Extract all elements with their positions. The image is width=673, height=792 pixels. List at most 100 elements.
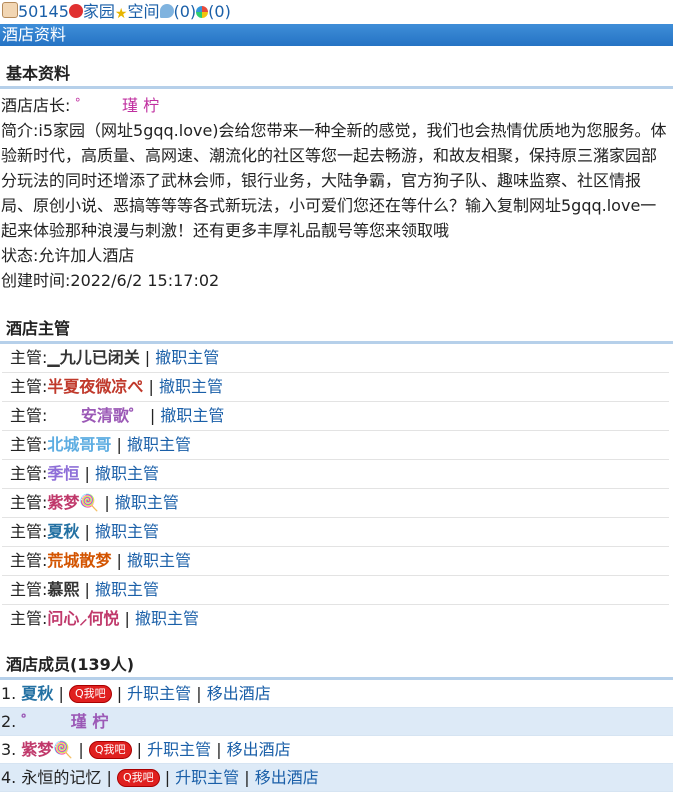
manager-row: 主管:▁九儿已闭关 | 撤职主管	[2, 344, 669, 373]
promote-manager-link[interactable]: 升职主管	[147, 740, 211, 759]
hotel-created-time: 创建时间:2022/6/2 15:17:02	[1, 271, 220, 290]
star-icon: ★	[114, 6, 128, 22]
member-name-link[interactable]: 夏秋	[21, 684, 53, 703]
members-list: 1. 夏秋 | Q我吧 | 升职主管 | 移出酒店 2. ゜ 瑾 柠 3. 紫梦🍭 …	[0, 680, 673, 792]
manager-name-link[interactable]: 问心⸝何悦	[47, 609, 119, 628]
separator: |	[53, 684, 69, 703]
manager-label: 主管:	[10, 580, 48, 599]
manager-row: 主管:半夏夜微凉ぺ | 撤职主管	[2, 373, 669, 402]
hotel-intro: 简介:i5家园（网址5gqq.love)会给您带来一种全新的感觉，我们也会热情优…	[1, 121, 667, 240]
member-number: 2.	[1, 712, 22, 731]
notification-icon	[196, 6, 209, 18]
manager-label: 主管:	[10, 348, 48, 367]
separator: |	[111, 551, 127, 570]
member-number: 4.	[1, 768, 22, 787]
basic-info-heading: 基本资料	[0, 46, 673, 89]
separator: |	[131, 740, 148, 759]
manager-name-link[interactable]: 慕熙	[47, 580, 79, 599]
member-name-link[interactable]: 紫梦🍭	[21, 740, 73, 759]
chat-count-link[interactable]: (0)	[174, 2, 197, 21]
separator: |	[191, 684, 207, 703]
member-row: 3. 紫梦🍭 | Q我吧 | 升职主管 | 移出酒店	[0, 736, 673, 764]
separator: |	[79, 522, 95, 541]
manager-row: 主管:北城哥哥 | 撤职主管	[2, 431, 669, 460]
separator: |	[144, 406, 161, 425]
member-number: 3.	[1, 740, 22, 759]
dismiss-manager-link[interactable]: 撤职主管	[127, 551, 191, 570]
member-name-link[interactable]: 永恒的记忆	[21, 768, 101, 787]
qq-contact-button[interactable]: Q我吧	[116, 769, 160, 787]
manager-label: 主管:	[10, 406, 48, 425]
dismiss-manager-link[interactable]: 撤职主管	[115, 493, 179, 512]
separator: |	[143, 377, 159, 396]
notification-count-link[interactable]: (0)	[208, 2, 231, 21]
separator: |	[119, 609, 135, 628]
manager-row: 主管:慕熙 | 撤职主管	[2, 576, 669, 605]
manager-row: 主管:荒城散梦 | 撤职主管	[2, 547, 669, 576]
managers-heading: 酒店主管	[0, 293, 673, 344]
home-link[interactable]: 家园	[83, 2, 115, 21]
manager-name-link[interactable]: 安清歌゜	[47, 406, 145, 425]
separator: |	[79, 464, 95, 483]
manager-label: 主管:	[10, 464, 48, 483]
separator: |	[111, 684, 128, 703]
manager-name-link[interactable]: ▁九儿已闭关	[47, 348, 139, 367]
user-icon	[2, 2, 18, 18]
manager-name-link[interactable]: 季恒	[47, 464, 79, 483]
manager-label: 主管:	[10, 551, 48, 570]
manager-name-link[interactable]: 北城哥哥	[47, 435, 111, 454]
separator: |	[239, 768, 255, 787]
manager-name-link[interactable]: 夏秋	[47, 522, 79, 541]
top-status-bar: 50145 家园★空间 (0) (0)	[0, 0, 673, 24]
manager-name-link[interactable]: 荒城散梦	[47, 551, 111, 570]
separator: |	[139, 348, 156, 367]
dismiss-manager-link[interactable]: 撤职主管	[127, 435, 191, 454]
separator: |	[73, 740, 89, 759]
members-heading: 酒店成员(139人)	[0, 633, 673, 680]
separator: |	[211, 740, 227, 759]
dismiss-manager-link[interactable]: 撤职主管	[160, 406, 224, 425]
manager-row: 主管:紫梦🍭 | 撤职主管	[2, 489, 669, 518]
manager-label: 主管:	[10, 493, 48, 512]
owner-line: 酒店店长: ゜ 瑾 柠	[1, 93, 669, 118]
member-name-link[interactable]: ゜ 瑾 柠	[21, 712, 108, 731]
manager-row: 主管:夏秋 | 撤职主管	[2, 518, 669, 547]
manager-label: 主管:	[10, 609, 48, 628]
manager-label: 主管:	[10, 435, 48, 454]
member-number: 1.	[1, 684, 22, 703]
remove-member-link[interactable]: 移出酒店	[255, 768, 319, 787]
manager-row: 主管:季恒 | 撤职主管	[2, 460, 669, 489]
qq-contact-button[interactable]: Q我吧	[68, 685, 112, 703]
hotel-status: 状态:允许加人酒店	[1, 246, 135, 265]
promote-manager-link[interactable]: 升职主管	[127, 684, 191, 703]
home-icon	[68, 4, 83, 18]
space-link[interactable]: 空间	[127, 2, 159, 21]
separator: |	[99, 493, 115, 512]
dismiss-manager-link[interactable]: 撤职主管	[155, 348, 219, 367]
page-title: 酒店资料	[0, 24, 673, 46]
member-row: 4. 永恒的记忆 | Q我吧 | 升职主管 | 移出酒店	[0, 764, 673, 792]
manager-name-link[interactable]: 半夏夜微凉ぺ	[47, 377, 143, 396]
manager-row: 主管: 安清歌゜ | 撤职主管	[2, 402, 669, 431]
promote-manager-link[interactable]: 升职主管	[175, 768, 239, 787]
owner-name-link[interactable]: ゜ 瑾 柠	[76, 96, 160, 115]
dismiss-manager-link[interactable]: 撤职主管	[159, 377, 223, 396]
separator: |	[159, 768, 176, 787]
remove-member-link[interactable]: 移出酒店	[207, 684, 271, 703]
manager-name-link[interactable]: 紫梦🍭	[47, 493, 99, 512]
member-row: 2. ゜ 瑾 柠	[0, 708, 673, 736]
dismiss-manager-link[interactable]: 撤职主管	[95, 580, 159, 599]
manager-label: 主管:	[10, 377, 48, 396]
separator: |	[101, 768, 117, 787]
user-id-link[interactable]: 50145	[18, 2, 69, 21]
dismiss-manager-link[interactable]: 撤职主管	[95, 522, 159, 541]
basic-info: 酒店店长: ゜ 瑾 柠 简介:i5家园（网址5gqq.love)会给您带来一种全…	[0, 89, 673, 293]
dismiss-manager-link[interactable]: 撤职主管	[95, 464, 159, 483]
remove-member-link[interactable]: 移出酒店	[227, 740, 291, 759]
separator: |	[79, 580, 95, 599]
dismiss-manager-link[interactable]: 撤职主管	[135, 609, 199, 628]
qq-contact-button[interactable]: Q我吧	[88, 741, 132, 759]
separator: |	[111, 435, 127, 454]
manager-label: 主管:	[10, 522, 48, 541]
owner-label: 酒店店长:	[1, 96, 71, 115]
